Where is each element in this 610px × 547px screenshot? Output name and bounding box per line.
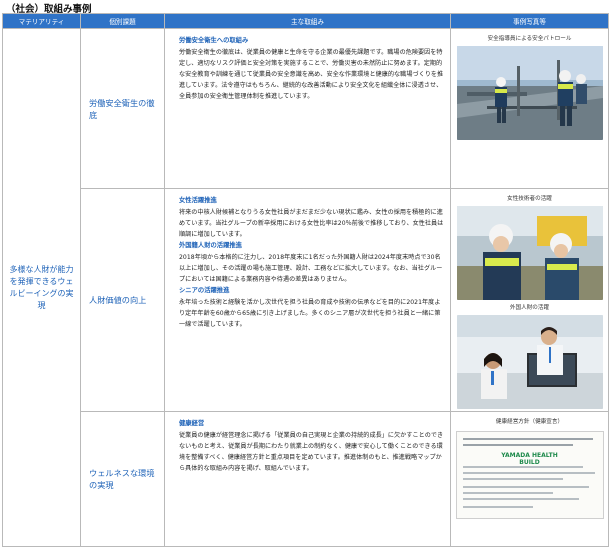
main-cell: 労働安全衛生への取組み 労働安全衛生の徹底は、従業員の健康と生命を守る企業の最優… <box>164 28 451 189</box>
section-title: 女性活躍推進 <box>179 197 217 204</box>
photo-cell: 安全指導員による安全パトロール <box>450 28 609 189</box>
table-row: 多様な人財が能力を発揮できるウェルビーイングの実現 労働安全衛生の徹底 労働安全… <box>2 28 609 547</box>
issue-human-value: 人財価値の向上 <box>80 188 165 412</box>
header-row: マテリアリティ 個別課題 主な取組み 事例写真等 <box>2 13 609 29</box>
foreign-staff-photo <box>456 315 603 409</box>
header-photo: 事例写真等 <box>450 13 609 29</box>
main-cell: 女性活躍推進 将来の中核人財候補となりうる女性社員がまだまだ少ない現状に鑑み、女… <box>164 188 451 412</box>
safety-patrol-photo <box>456 46 603 140</box>
header-main: 主な取組み <box>164 13 451 29</box>
section-title: 健康経営 <box>179 420 205 427</box>
photo-caption: 女性技術者の活躍 <box>507 196 552 202</box>
photo-cell: 健康経営方針（健康宣言） YAMADA HEALTH BUILD <box>450 411 609 547</box>
female-engineer-photo <box>456 206 603 300</box>
examples-table: マテリアリティ 個別課題 主な取組み 事例写真等 多様な人財が能力を発揮できるウ… <box>2 13 609 547</box>
photo-cell: 女性技術者の活躍 外国人財の活躍 <box>450 188 609 412</box>
section-body: 従業員の健康が経営理念に掲げる「従業員の自己実現と企業の持続的成長」に欠かすこと… <box>179 431 444 473</box>
photo-caption: 安全指導員による安全パトロール <box>487 36 572 42</box>
health-declaration-image: YAMADA HEALTH BUILD <box>455 431 604 519</box>
header-materiality: マテリアリティ <box>2 13 81 29</box>
issue-safety: 労働安全衛生の徹底 <box>80 28 165 189</box>
photo-caption: 健康経営方針（健康宣言） <box>495 419 564 425</box>
section-title: 労働安全衛生への取組み <box>179 37 249 44</box>
main-cell: 健康経営 従業員の健康が経営理念に掲げる「従業員の自己実現と企業の持続的成長」に… <box>164 411 451 547</box>
section-body: 2018年頃から本格的に注力し、2018年度末に1名だった外国籍人財は2024年… <box>179 253 443 284</box>
header-issue: 個別課題 <box>80 13 165 29</box>
section-body: 将来の中核人財候補となりうる女性社員がまだまだ少ない現状に鑑み、女性の採用を積極… <box>179 208 444 238</box>
table-row: 人財価値の向上 女性活躍推進 将来の中核人財候補となりうる女性社員がまだまだ少な… <box>3 188 609 412</box>
photo-caption: 外国人財の活躍 <box>509 305 550 311</box>
section-body: 労働安全衛生の徹底は、従業員の健康と生命を守る企業の最優先課題です。職場の危険要… <box>179 48 444 101</box>
section-title: シニアの活躍推進 <box>179 287 230 295</box>
health-banner: YAMADA HEALTH BUILD <box>501 452 558 466</box>
materiality-cell: 多様な人財が能力を発揮できるウェルビーイングの実現 <box>2 28 81 547</box>
issue-wellness: ウェルネスな環境の実現 <box>80 411 165 547</box>
section-body: 永年培った技術と経験を活かし次世代を担う社員の育成や技術の伝承などを目的に202… <box>179 298 441 329</box>
section-title: 外国籍人財の活躍推進 <box>179 242 242 250</box>
table-row: ウェルネスな環境の実現 健康経営 従業員の健康が経営理念に掲げる「従業員の自己実… <box>3 411 609 547</box>
